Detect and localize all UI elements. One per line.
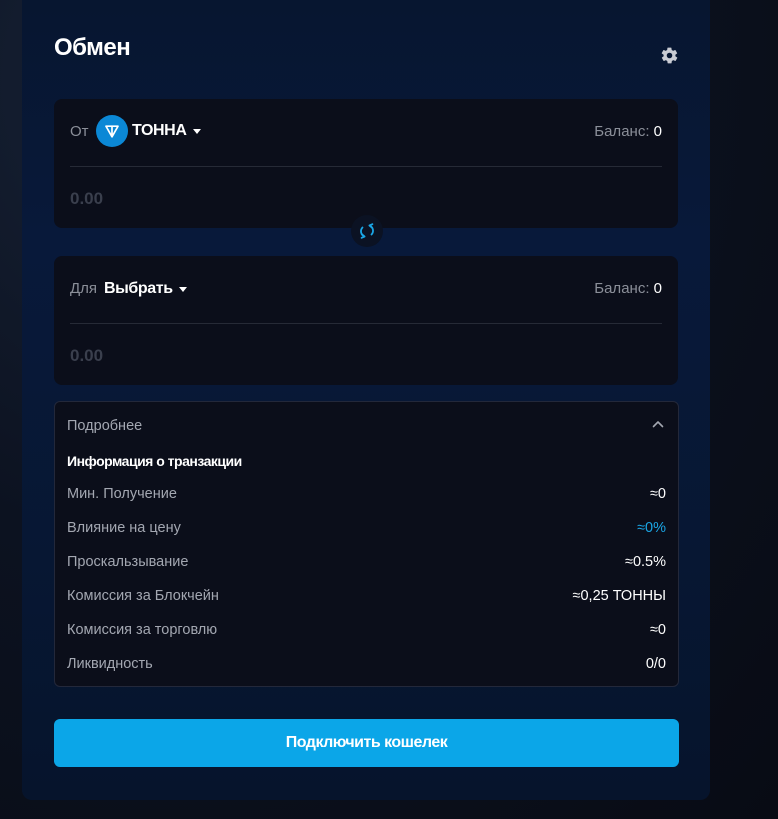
to-balance: Баланс: 0 bbox=[594, 280, 662, 297]
to-balance-label: Баланс: bbox=[594, 280, 650, 297]
chevron-down-icon bbox=[178, 286, 187, 292]
chevron-up-icon[interactable] bbox=[652, 420, 664, 428]
detail-value: ≈0 bbox=[649, 486, 666, 502]
from-token-selector[interactable]: ТОННА bbox=[96, 115, 201, 147]
detail-row-trade-fee: Комиссия за торговлю ≈0 bbox=[67, 622, 666, 642]
gear-icon[interactable] bbox=[660, 46, 679, 65]
connect-wallet-button[interactable]: Подключить кошелек bbox=[54, 719, 679, 767]
from-balance-value: 0 bbox=[653, 123, 662, 140]
detail-key: Комиссия за Блокчейн bbox=[67, 588, 219, 604]
detail-value: 0/0 bbox=[645, 656, 666, 672]
from-balance-label: Баланс: bbox=[594, 123, 650, 140]
divider bbox=[70, 166, 662, 167]
to-token-selector[interactable]: Выбрать bbox=[104, 280, 187, 298]
swap-arrows-icon bbox=[360, 223, 374, 239]
detail-key: Ликвидность bbox=[67, 656, 153, 672]
detail-row-min-received: Мин. Получение ≈0 bbox=[67, 486, 666, 506]
detail-value: ≈0% bbox=[637, 520, 666, 536]
to-token-name: Выбрать bbox=[104, 280, 173, 297]
detail-key: Проскальзывание bbox=[67, 554, 189, 570]
detail-key: Мин. Получение bbox=[67, 486, 177, 502]
to-amount-input[interactable] bbox=[70, 344, 662, 368]
detail-row-blockchain-fee: Комиссия за Блокчейн ≈0,25 ТОННЫ bbox=[67, 588, 666, 608]
from-balance: Баланс: 0 bbox=[594, 123, 662, 140]
detail-key: Влияние на цену bbox=[67, 520, 181, 536]
details-subtitle: Информация о транзакции bbox=[67, 453, 242, 469]
detail-value: ≈0.5% bbox=[624, 554, 666, 570]
from-amount-input[interactable] bbox=[70, 187, 662, 211]
to-panel: Для Выбрать Баланс: 0 bbox=[54, 256, 678, 385]
divider bbox=[70, 323, 662, 324]
swap-direction-button[interactable] bbox=[351, 215, 383, 247]
to-label: Для bbox=[70, 280, 98, 297]
detail-row-price-impact: Влияние на цену ≈0% bbox=[67, 520, 666, 540]
page-title: Обмен bbox=[54, 34, 131, 61]
to-balance-value: 0 bbox=[653, 280, 662, 297]
detail-row-liquidity: Ликвидность 0/0 bbox=[67, 656, 666, 676]
from-label: От bbox=[70, 123, 89, 140]
detail-row-slippage: Проскальзывание ≈0.5% bbox=[67, 554, 666, 574]
from-token-name: ТОННА bbox=[132, 122, 187, 139]
detail-value: ≈0 bbox=[649, 622, 666, 638]
from-panel: От ТОННА Баланс: 0 bbox=[54, 99, 678, 228]
ton-icon bbox=[96, 115, 128, 147]
detail-key: Комиссия за торговлю bbox=[67, 622, 218, 638]
detail-value: ≈0,25 ТОННЫ bbox=[572, 588, 666, 604]
details-toggle-label[interactable]: Подробнее bbox=[67, 418, 142, 434]
chevron-down-icon bbox=[192, 128, 201, 134]
transaction-details: Подробнее Информация о транзакции Мин. П… bbox=[54, 401, 679, 687]
